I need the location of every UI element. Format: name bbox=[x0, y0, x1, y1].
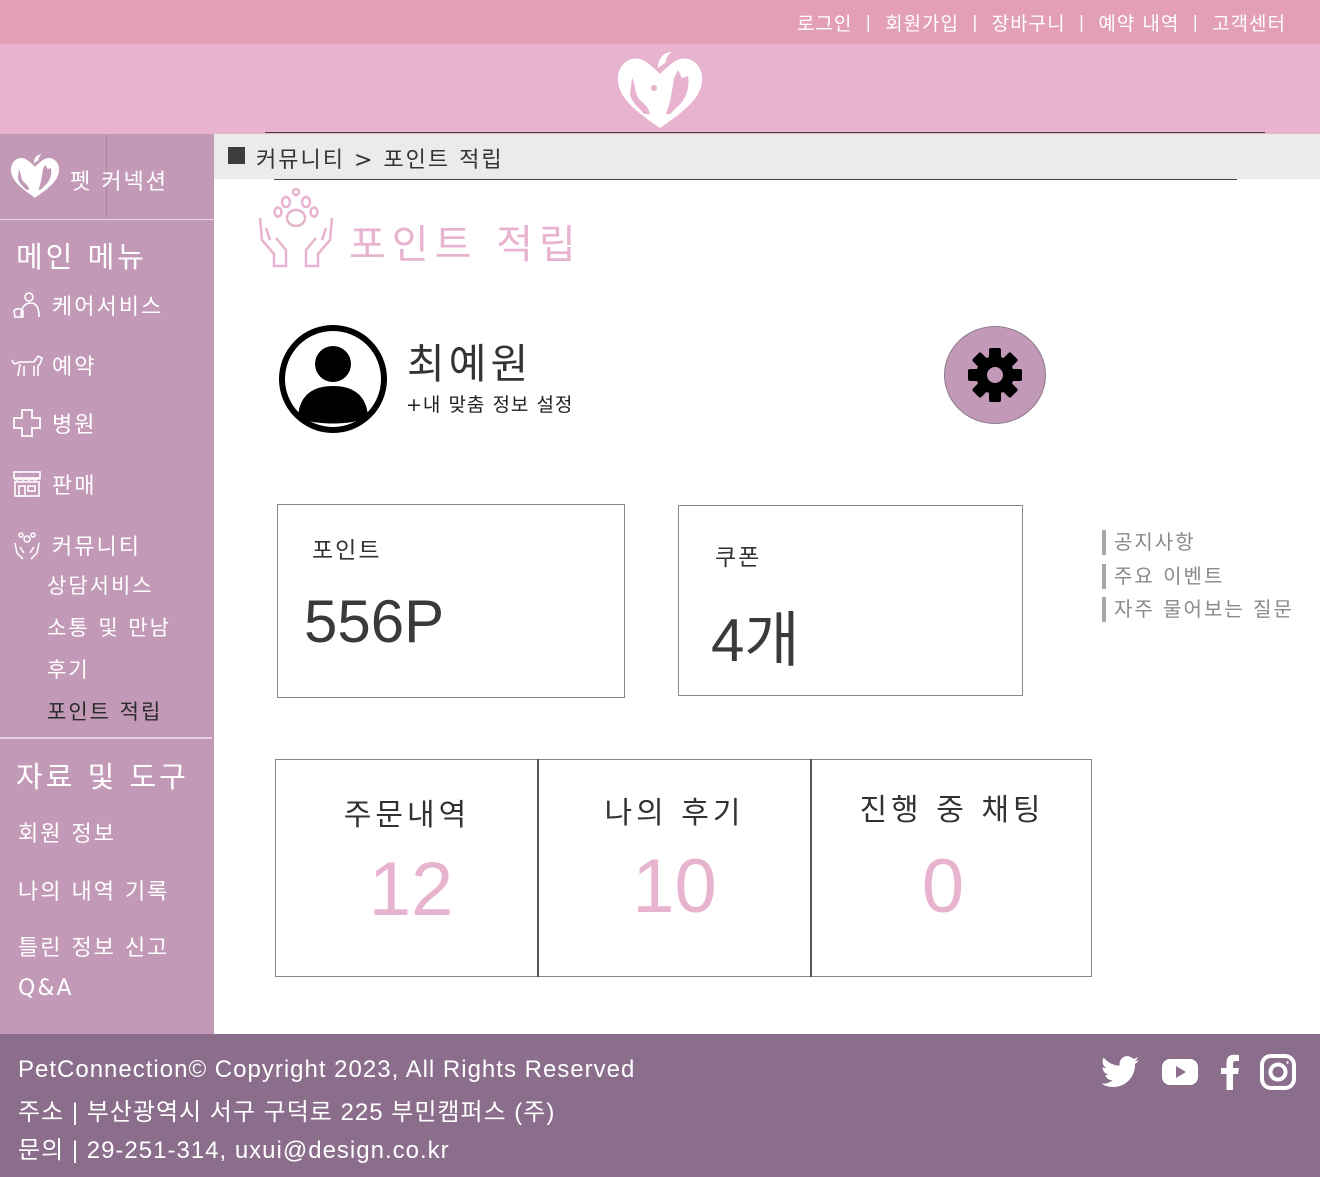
profile-settings-link[interactable]: +내 맞춤 정보 설정 bbox=[406, 390, 573, 417]
divider-line bbox=[265, 132, 1265, 133]
faq-link[interactable]: 자주 물어보는 질문 bbox=[1102, 597, 1294, 622]
sidebar-item-reservation[interactable]: 예약 bbox=[10, 348, 96, 382]
youtube-icon[interactable] bbox=[1160, 1052, 1200, 1092]
dog-icon bbox=[10, 348, 44, 382]
sidebar-brand[interactable]: 펫 커넥션 bbox=[0, 134, 214, 220]
sidebar-sub-points[interactable]: 포인트 적립 bbox=[47, 696, 162, 726]
coupon-card: 쿠폰 4개 bbox=[678, 505, 1023, 696]
orders-count[interactable]: 12 bbox=[276, 846, 546, 933]
sidebar-link-my-history[interactable]: 나의 내역 기록 bbox=[18, 874, 169, 906]
avatar bbox=[279, 325, 387, 433]
sidebar-link-qna[interactable]: Q&A bbox=[18, 976, 74, 1001]
footer-address: 주소 | 부산광역시 서구 구덕로 225 부민캠퍼스 (주) bbox=[18, 1099, 556, 1126]
sidebar: 펫 커넥션 메인 메뉴 케어서비스 예약 병원 판매 커뮤니티 상담서비스 소통… bbox=[0, 134, 214, 1034]
my-reviews-label[interactable]: 나의 후기 bbox=[539, 788, 810, 832]
sidebar-item-label: 커뮤니티 bbox=[52, 535, 141, 560]
page-title: 포인트 적립 bbox=[349, 222, 582, 268]
reservation-history-link[interactable]: 예약 내역 bbox=[1098, 9, 1179, 36]
facebook-icon[interactable] bbox=[1210, 1052, 1250, 1092]
coupon-label: 쿠폰 bbox=[715, 545, 762, 571]
nav-separator: | bbox=[1192, 12, 1200, 33]
sidebar-divider bbox=[0, 737, 212, 739]
sidebar-item-sales[interactable]: 판매 bbox=[10, 467, 96, 501]
sidebar-item-label: 예약 bbox=[52, 355, 97, 380]
events-link[interactable]: 주요 이벤트 bbox=[1102, 564, 1224, 589]
notice-link[interactable]: 공지사항 bbox=[1102, 530, 1196, 555]
sidebar-link-report-error[interactable]: 틀린 정보 신고 bbox=[18, 930, 169, 962]
settings-button[interactable] bbox=[944, 326, 1046, 424]
store-icon bbox=[10, 467, 44, 501]
points-label: 포인트 bbox=[312, 538, 382, 564]
orders-label[interactable]: 주문내역 bbox=[276, 790, 538, 834]
brand-name: 펫 커넥션 bbox=[70, 170, 168, 195]
instagram-icon[interactable] bbox=[1258, 1052, 1298, 1092]
footer-contact: 문의 | 29-251-314, uxui@design.co.kr bbox=[18, 1137, 450, 1164]
sidebar-item-community[interactable]: 커뮤니티 bbox=[10, 528, 141, 562]
sidebar-item-label: 병원 bbox=[52, 413, 97, 438]
sidebar-item-label: 케어서비스 bbox=[52, 295, 164, 320]
pet-logo-icon[interactable] bbox=[614, 48, 706, 132]
sidebar-item-label: 판매 bbox=[52, 474, 97, 499]
paw-hands-icon bbox=[258, 188, 334, 268]
points-value: 556P bbox=[304, 588, 445, 655]
care-icon bbox=[10, 288, 44, 322]
nav-separator: | bbox=[865, 12, 873, 33]
nav-separator: | bbox=[1078, 12, 1086, 33]
top-nav: 로그인 | 회원가입 | 장바구니 | 예약 내역 | 고객센터 bbox=[797, 9, 1286, 36]
medical-cross-icon bbox=[10, 406, 44, 440]
pet-logo-icon bbox=[10, 154, 60, 198]
cart-link[interactable]: 장바구니 bbox=[992, 9, 1066, 36]
divider-line bbox=[274, 179, 1237, 180]
sidebar-sub-consulting[interactable]: 상담서비스 bbox=[47, 570, 154, 600]
user-name: 최예원 bbox=[407, 340, 533, 388]
main-menu-heading: 메인 메뉴 bbox=[16, 240, 147, 274]
header bbox=[0, 44, 1320, 134]
breadcrumb: 커뮤니티 > 포인트 적립 bbox=[256, 148, 504, 173]
coupon-value: 4개 bbox=[711, 607, 800, 674]
my-reviews-count[interactable]: 10 bbox=[539, 843, 810, 930]
top-utility-bar: 로그인 | 회원가입 | 장바구니 | 예약 내역 | 고객센터 bbox=[0, 0, 1320, 44]
points-card: 포인트 556P bbox=[277, 504, 625, 698]
breadcrumb-marker bbox=[228, 147, 245, 164]
footer-copyright: PetConnection© Copyright 2023, All Right… bbox=[18, 1056, 636, 1083]
gear-icon bbox=[968, 348, 1022, 402]
signup-link[interactable]: 회원가입 bbox=[885, 9, 959, 36]
twitter-icon[interactable] bbox=[1100, 1052, 1140, 1092]
customer-center-link[interactable]: 고객센터 bbox=[1212, 9, 1286, 36]
login-link[interactable]: 로그인 bbox=[797, 9, 852, 36]
sidebar-item-hospital[interactable]: 병원 bbox=[10, 406, 96, 440]
sidebar-sub-reviews[interactable]: 후기 bbox=[47, 654, 90, 684]
community-icon bbox=[10, 528, 44, 562]
tools-heading: 자료 및 도구 bbox=[16, 760, 189, 794]
active-chats-label[interactable]: 진행 중 채팅 bbox=[812, 785, 1092, 829]
active-chats-count[interactable]: 0 bbox=[812, 843, 1074, 930]
sidebar-link-member-info[interactable]: 회원 정보 bbox=[18, 816, 116, 848]
sidebar-item-care-service[interactable]: 케어서비스 bbox=[10, 288, 163, 322]
sidebar-sub-meetup[interactable]: 소통 및 만남 bbox=[47, 612, 171, 642]
nav-separator: | bbox=[971, 12, 979, 33]
